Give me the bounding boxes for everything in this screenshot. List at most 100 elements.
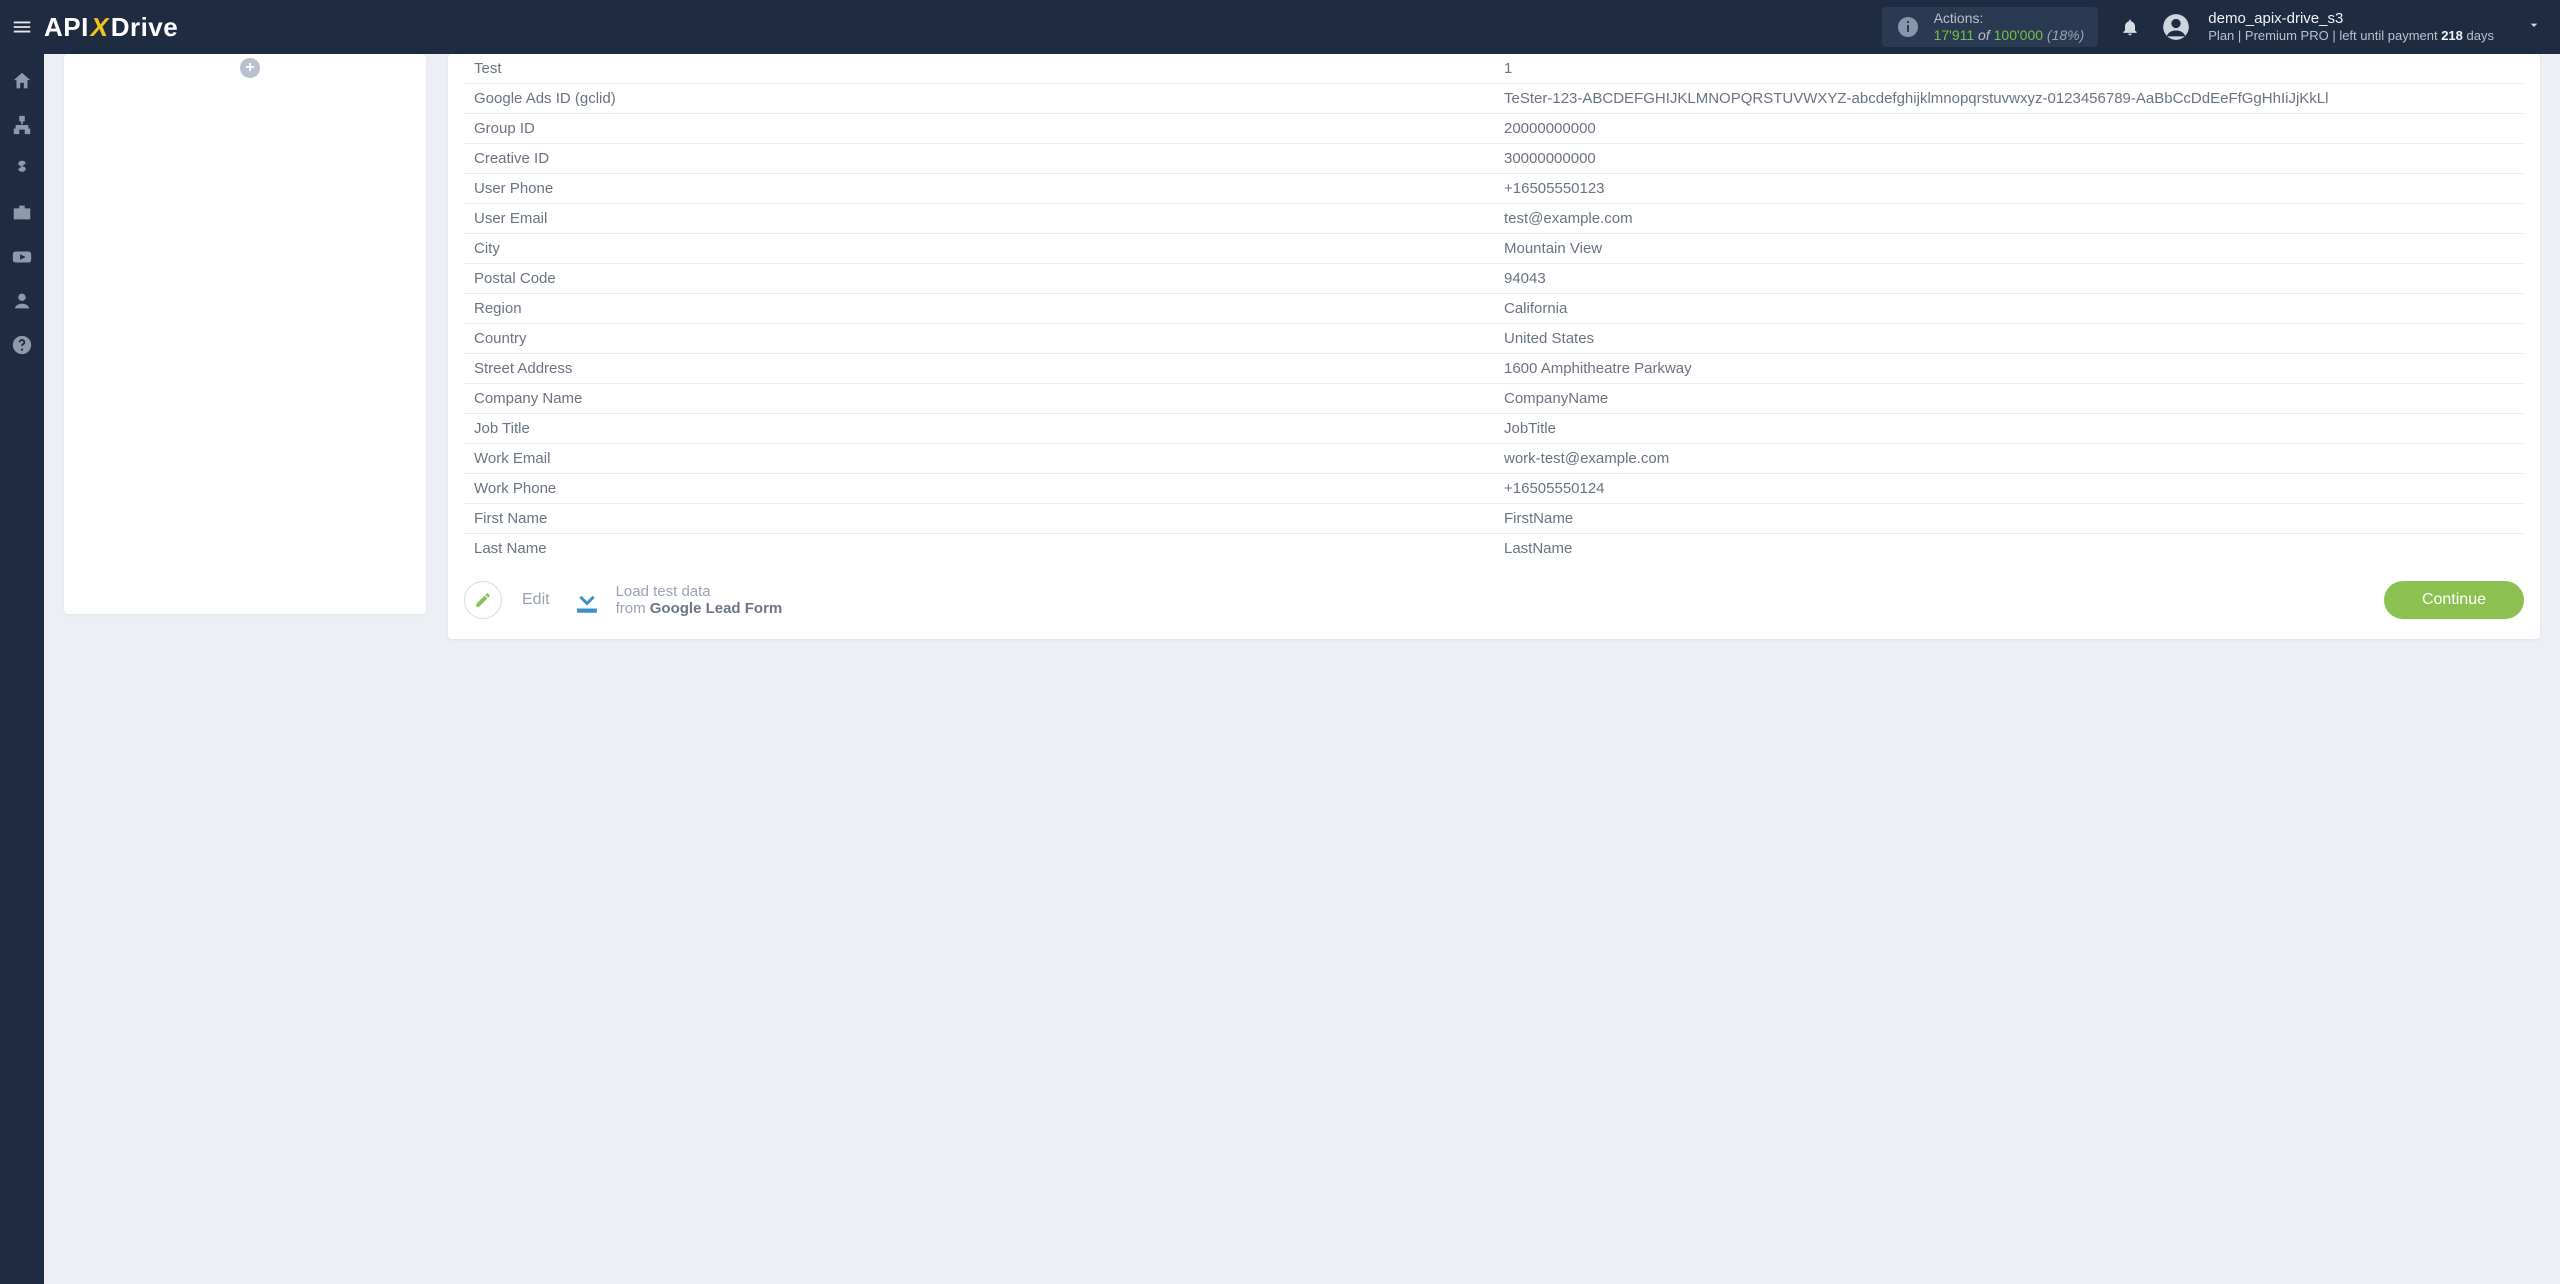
table-row: Work Emailwork-test@example.com bbox=[464, 444, 2524, 474]
field-label: Creative ID bbox=[464, 144, 1494, 174]
load-source: Google Lead Form bbox=[650, 600, 783, 617]
avatar-icon bbox=[2162, 13, 2190, 41]
dollar-icon[interactable] bbox=[11, 158, 33, 180]
field-label: Group ID bbox=[464, 114, 1494, 144]
bell-icon bbox=[2120, 17, 2140, 37]
field-value: 30000000000 bbox=[1494, 144, 2524, 174]
actions-pct: (18%) bbox=[2047, 27, 2084, 43]
table-row: Test1 bbox=[464, 54, 2524, 84]
table-row: Company NameCompanyName bbox=[464, 384, 2524, 414]
user-plan: Plan | Premium PRO | left until payment … bbox=[2208, 28, 2494, 44]
menu-toggle[interactable] bbox=[0, 0, 44, 54]
field-value: work-test@example.com bbox=[1494, 444, 2524, 474]
continue-button[interactable]: Continue bbox=[2384, 581, 2524, 619]
youtube-icon[interactable] bbox=[11, 246, 33, 268]
plan-days-word: days bbox=[2467, 28, 2494, 43]
brand-left: API bbox=[44, 12, 89, 43]
load-line1: Load test data bbox=[616, 583, 783, 600]
actions-used: 17'911 bbox=[1934, 27, 1975, 43]
load-line2: from Google Lead Form bbox=[616, 600, 783, 617]
field-label: Region bbox=[464, 294, 1494, 324]
card-footer: Edit Load test data from Google Lead For… bbox=[464, 581, 2524, 619]
field-label: User Phone bbox=[464, 174, 1494, 204]
load-text: Load test data from Google Lead Form bbox=[616, 583, 783, 617]
table-row: Street Address1600 Amphitheatre Parkway bbox=[464, 354, 2524, 384]
field-label: User Email bbox=[464, 204, 1494, 234]
field-label: City bbox=[464, 234, 1494, 264]
download-icon bbox=[570, 583, 604, 617]
user-box[interactable]: demo_apix-drive_s3 Plan | Premium PRO | … bbox=[2162, 10, 2494, 44]
table-row: Creative ID30000000000 bbox=[464, 144, 2524, 174]
field-value: +16505550124 bbox=[1494, 474, 2524, 504]
actions-text: Actions: 17'911 of 100'000 (18%) bbox=[1934, 10, 2085, 45]
page: + Test1Google Ads ID (gclid)TeSter-123-A… bbox=[44, 54, 2560, 1284]
help-icon[interactable] bbox=[11, 334, 33, 356]
edit-label: Edit bbox=[522, 591, 550, 609]
field-value: +16505550123 bbox=[1494, 174, 2524, 204]
field-label: Google Ads ID (gclid) bbox=[464, 84, 1494, 114]
notifications-button[interactable] bbox=[2116, 13, 2144, 41]
table-row: Work Phone+16505550124 bbox=[464, 474, 2524, 504]
plan-prefix: Plan | bbox=[2208, 28, 2241, 43]
table-row: User Phone+16505550123 bbox=[464, 174, 2524, 204]
edit-button[interactable] bbox=[464, 581, 502, 619]
field-value: TeSter-123-ABCDEFGHIJKLMNOPQRSTUVWXYZ-ab… bbox=[1494, 84, 2524, 114]
data-table: Test1Google Ads ID (gclid)TeSter-123-ABC… bbox=[464, 54, 2524, 563]
avatar bbox=[2162, 13, 2190, 41]
topbar: API X Drive Actions: 17'911 of 100'000 (… bbox=[0, 0, 2560, 54]
field-value: 1 bbox=[1494, 54, 2524, 84]
field-value: United States bbox=[1494, 324, 2524, 354]
table-row: Job TitleJobTitle bbox=[464, 414, 2524, 444]
field-label: Last Name bbox=[464, 534, 1494, 564]
menu-icon bbox=[11, 16, 33, 38]
table-row: Last NameLastName bbox=[464, 534, 2524, 564]
actions-of: of bbox=[1974, 27, 1993, 43]
user-menu-caret[interactable] bbox=[2526, 17, 2542, 38]
table-row: Google Ads ID (gclid)TeSter-123-ABCDEFGH… bbox=[464, 84, 2524, 114]
user-icon[interactable] bbox=[11, 290, 33, 312]
plan-days: 218 bbox=[2441, 28, 2463, 43]
table-row: Postal Code94043 bbox=[464, 264, 2524, 294]
actions-total: 100'000 bbox=[1994, 27, 2043, 43]
field-label: Work Phone bbox=[464, 474, 1494, 504]
load-test-data[interactable]: Load test data from Google Lead Form bbox=[570, 583, 783, 617]
actions-usage[interactable]: Actions: 17'911 of 100'000 (18%) bbox=[1882, 7, 2099, 47]
table-row: CityMountain View bbox=[464, 234, 2524, 264]
field-label: Test bbox=[464, 54, 1494, 84]
actions-label: Actions: bbox=[1934, 10, 2085, 28]
field-label: First Name bbox=[464, 504, 1494, 534]
field-label: Job Title bbox=[464, 414, 1494, 444]
field-value: California bbox=[1494, 294, 2524, 324]
field-label: Postal Code bbox=[464, 264, 1494, 294]
home-icon[interactable] bbox=[11, 70, 33, 92]
brand-x: X bbox=[88, 12, 112, 43]
info-icon bbox=[1896, 15, 1920, 39]
table-row: User Emailtest@example.com bbox=[464, 204, 2524, 234]
left-rail bbox=[0, 54, 44, 1284]
brand-logo[interactable]: API X Drive bbox=[44, 12, 178, 43]
table-row: First NameFirstName bbox=[464, 504, 2524, 534]
field-value: 1600 Amphitheatre Parkway bbox=[1494, 354, 2524, 384]
user-info: demo_apix-drive_s3 Plan | Premium PRO | … bbox=[2208, 10, 2494, 44]
field-label: Country bbox=[464, 324, 1494, 354]
field-value: Mountain View bbox=[1494, 234, 2524, 264]
add-step-button[interactable]: + bbox=[240, 58, 260, 78]
hierarchy-icon[interactable] bbox=[11, 114, 33, 136]
table-row: RegionCalifornia bbox=[464, 294, 2524, 324]
brand-right: Drive bbox=[111, 12, 179, 43]
main-card: Test1Google Ads ID (gclid)TeSter-123-ABC… bbox=[448, 54, 2540, 639]
field-value: 94043 bbox=[1494, 264, 2524, 294]
field-value: test@example.com bbox=[1494, 204, 2524, 234]
field-value: JobTitle bbox=[1494, 414, 2524, 444]
table-row: Group ID20000000000 bbox=[464, 114, 2524, 144]
field-value: CompanyName bbox=[1494, 384, 2524, 414]
field-label: Company Name bbox=[464, 384, 1494, 414]
field-value: LastName bbox=[1494, 534, 2524, 564]
user-name: demo_apix-drive_s3 bbox=[2208, 10, 2494, 28]
load-from: from bbox=[616, 600, 650, 617]
plan-name: Premium PRO bbox=[2245, 28, 2329, 43]
field-label: Street Address bbox=[464, 354, 1494, 384]
steps-card: + bbox=[64, 54, 426, 614]
briefcase-icon[interactable] bbox=[11, 202, 33, 224]
field-label: Work Email bbox=[464, 444, 1494, 474]
